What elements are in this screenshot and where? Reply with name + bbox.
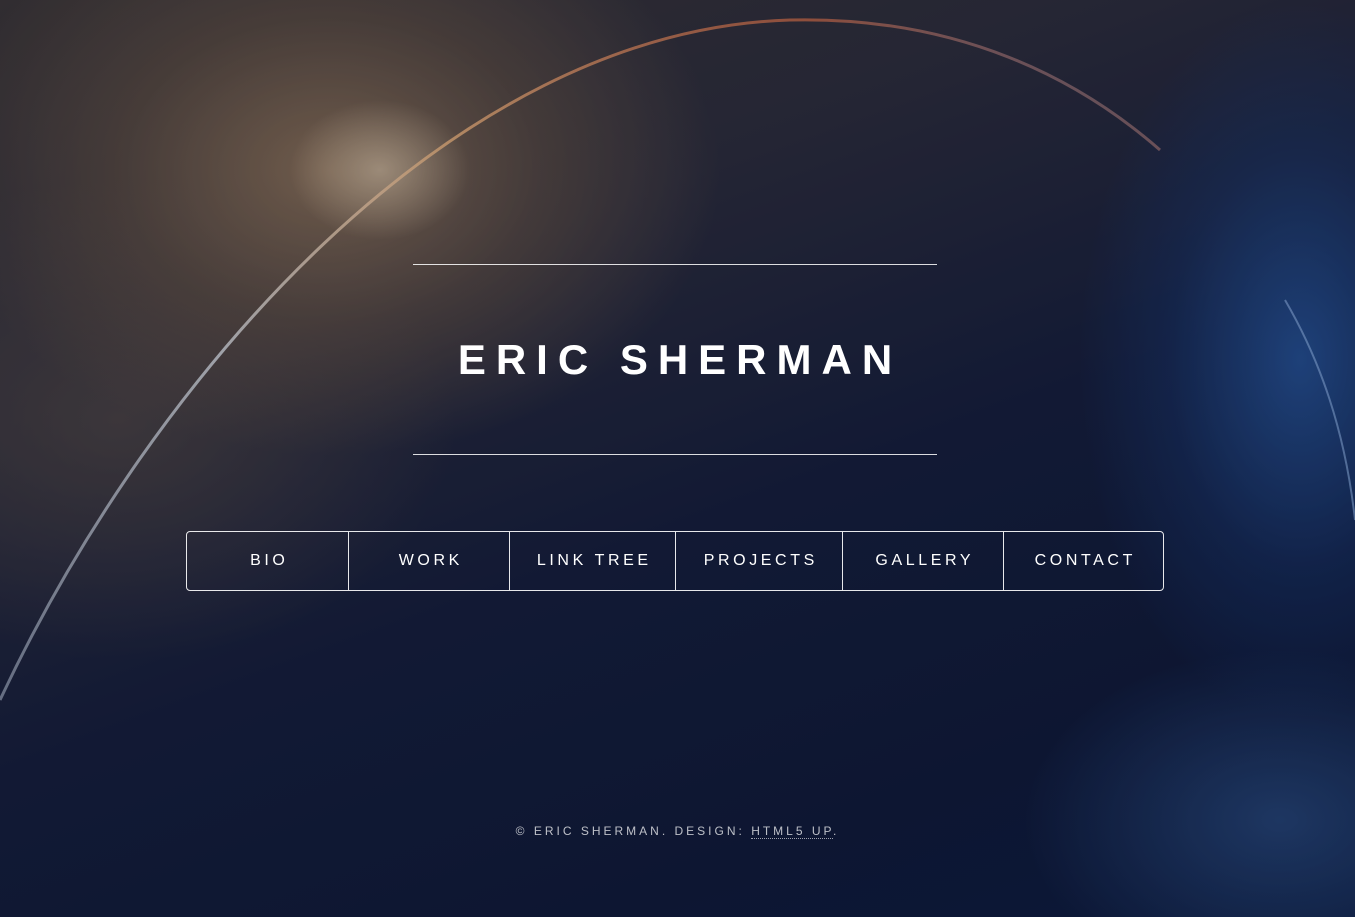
- footer-copyright: © ERIC SHERMAN. DESIGN:: [515, 824, 752, 838]
- main-nav: BIO WORK LINK TREE PROJECTS GALLERY CONT…: [186, 531, 1164, 591]
- nav-item-label: LINK TREE: [536, 552, 652, 569]
- nav-item-projects[interactable]: PROJECTS: [675, 532, 842, 590]
- site-header: ERIC SHERMAN: [413, 264, 937, 455]
- footer-period: .: [832, 824, 840, 838]
- background-overlay: [0, 0, 1355, 917]
- site-title: ERIC SHERMAN: [457, 335, 903, 383]
- nav-item-label: BIO: [250, 552, 289, 569]
- nav-item-work[interactable]: WORK: [348, 532, 509, 590]
- nav-item-label: GALLERY: [875, 552, 975, 569]
- nav-item-bio[interactable]: BIO: [187, 532, 348, 590]
- nav-item-label: WORK: [398, 552, 463, 569]
- nav-item-link-tree[interactable]: LINK TREE: [509, 532, 675, 590]
- nav-item-label: CONTACT: [1034, 552, 1136, 569]
- nav-item-contact[interactable]: CONTACT: [1003, 532, 1163, 590]
- site-footer: © ERIC SHERMAN. DESIGN: HTML5 UP.: [0, 824, 1355, 839]
- footer-design-link[interactable]: HTML5 UP: [751, 824, 833, 839]
- nav-item-gallery[interactable]: GALLERY: [842, 532, 1003, 590]
- nav-item-label: PROJECTS: [703, 552, 818, 569]
